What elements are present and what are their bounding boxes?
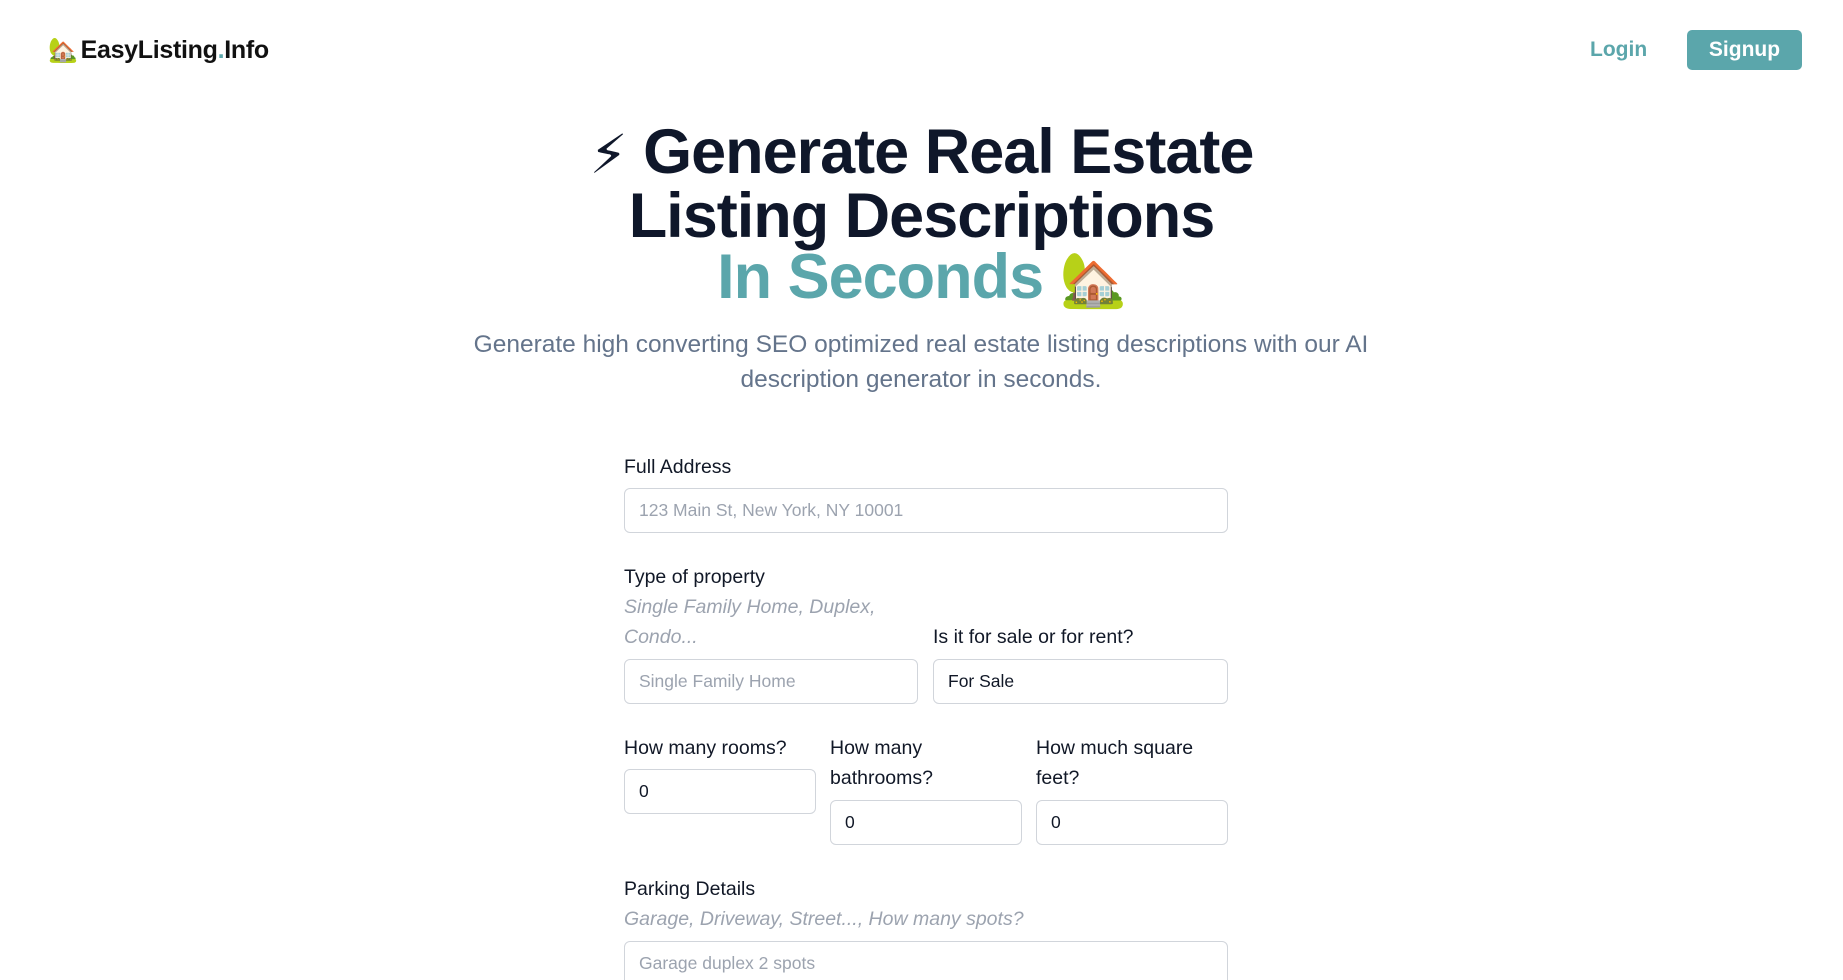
- address-input[interactable]: [624, 488, 1228, 533]
- square-feet-label: How much square feet?: [1036, 737, 1194, 789]
- logo[interactable]: 🏡 EasyListing. Info: [48, 36, 269, 65]
- parking-label: Parking Details: [624, 878, 756, 900]
- bathrooms-label: How many bathrooms?: [830, 737, 933, 789]
- hero-subtitle: Generate high converting SEO optimized r…: [473, 331, 1369, 393]
- rooms-label: How many rooms?: [624, 737, 787, 759]
- house-with-tree-icon: 🏡: [1059, 250, 1127, 310]
- logo-name: EasyListing: [80, 36, 218, 64]
- bathrooms-input[interactable]: [830, 800, 1022, 845]
- property-type-label: Type of property: [624, 566, 765, 588]
- signup-button[interactable]: Signup: [1687, 30, 1802, 70]
- hero-line-1: Generate Real Estate: [643, 117, 1254, 187]
- address-label: Full Address: [624, 456, 732, 478]
- parking-input[interactable]: [624, 941, 1228, 980]
- login-link[interactable]: Login: [1590, 38, 1647, 62]
- property-type-input[interactable]: [624, 659, 918, 704]
- house-with-tree-icon: 🏡: [48, 37, 78, 64]
- hero-line-3-accent: In Seconds: [717, 242, 1044, 312]
- sale-or-rent-label: Is it for sale or for rent?: [933, 626, 1134, 648]
- parking-hint: Garage, Driveway, Street..., How many sp…: [624, 908, 1024, 930]
- lightning-icon: ⚡: [589, 125, 628, 185]
- hero-title: ⚡ Generate Real Estate Listing Descripti…: [0, 121, 1843, 312]
- hero-line-2: Listing Descriptions: [628, 181, 1216, 251]
- rooms-input[interactable]: [624, 769, 816, 814]
- logo-dot: .: [217, 36, 225, 64]
- square-feet-input[interactable]: [1036, 800, 1228, 845]
- property-type-hint: Single Family Home, Duplex, Condo...: [624, 596, 876, 648]
- sale-or-rent-input[interactable]: [933, 659, 1228, 704]
- hero: ⚡ Generate Real Estate Listing Descripti…: [0, 121, 1843, 312]
- top-nav: 🏡 EasyListing. Info Login Signup: [0, 0, 1843, 100]
- logo-suffix: Info: [224, 36, 269, 64]
